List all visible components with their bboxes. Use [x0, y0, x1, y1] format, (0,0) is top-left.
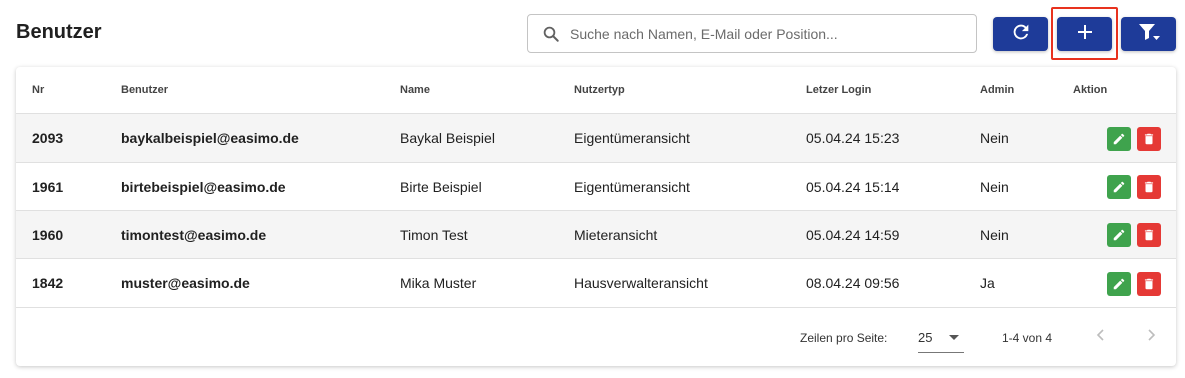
- cell-type: Eigentümeransicht: [574, 130, 690, 146]
- trash-icon: [1144, 229, 1154, 241]
- rows-per-page-value: 25: [918, 329, 933, 345]
- cell-login: 05.04.24 15:14: [806, 178, 900, 195]
- search-icon: [541, 24, 561, 44]
- trash-icon: [1144, 133, 1154, 145]
- cell-type: Mieteransicht: [574, 226, 658, 243]
- plus-icon: [1076, 23, 1094, 46]
- table-row[interactable]: 1961 birtebeispiel@easimo.de Birte Beisp…: [16, 163, 1176, 211]
- cell-name: Birte Beispiel: [400, 178, 482, 195]
- pencil-icon: [1113, 278, 1125, 290]
- refresh-icon: [1010, 21, 1032, 48]
- column-header-user[interactable]: Benutzer: [121, 67, 168, 113]
- column-header-name[interactable]: Name: [400, 67, 430, 113]
- column-header-nr[interactable]: Nr: [32, 67, 44, 113]
- delete-button[interactable]: [1137, 127, 1161, 151]
- cell-name: Mika Muster: [400, 275, 477, 291]
- column-header-login[interactable]: Letzer Login: [806, 67, 871, 113]
- edit-button[interactable]: [1107, 175, 1131, 199]
- cell-nr: 2093: [32, 130, 64, 146]
- table-row[interactable]: 2093 baykalbeispiel@easimo.de Baykal Bei…: [16, 114, 1176, 163]
- refresh-button[interactable]: [993, 17, 1048, 51]
- column-header-admin[interactable]: Admin: [980, 67, 1014, 113]
- column-header-action: Aktion: [1073, 84, 1108, 96]
- rows-per-page-select[interactable]: 25: [918, 322, 964, 353]
- rows-per-page-label: Zeilen pro Seite:: [800, 331, 888, 345]
- pencil-icon: [1113, 181, 1125, 193]
- previous-page-button[interactable]: [1089, 323, 1113, 347]
- cell-type: Eigentümeransicht: [574, 178, 690, 195]
- chevron-right-icon: [1148, 329, 1156, 341]
- cell-nr: 1842: [32, 275, 64, 291]
- cell-nr: 1960: [32, 226, 64, 243]
- delete-button[interactable]: [1137, 175, 1161, 199]
- cell-type: Hausverwalteransicht: [574, 275, 708, 291]
- cell-admin: Ja: [980, 275, 995, 291]
- table-row[interactable]: 1960 timontest@easimo.de Timon Test Miet…: [16, 211, 1176, 259]
- caret-down-icon: [949, 335, 959, 340]
- edit-button[interactable]: [1107, 127, 1131, 151]
- table-header: Nr Benutzer Name Nutzertyp Letzer Login …: [16, 67, 1176, 114]
- table-pagination: Zeilen pro Seite: 25 1-4 von 4: [16, 308, 1176, 366]
- cell-admin: Nein: [980, 178, 1009, 195]
- cell-user: muster@easimo.de: [121, 275, 250, 291]
- next-page-button[interactable]: [1139, 323, 1163, 347]
- edit-button[interactable]: [1107, 223, 1131, 247]
- table-row[interactable]: 1842 muster@easimo.de Mika Muster Hausve…: [16, 259, 1176, 308]
- trash-icon: [1144, 278, 1154, 290]
- search-input[interactable]: [570, 25, 960, 42]
- cell-user: timontest@easimo.de: [121, 226, 267, 243]
- delete-button[interactable]: [1137, 223, 1161, 247]
- cell-login: 08.04.24 09:56: [806, 275, 900, 291]
- pencil-icon: [1113, 133, 1125, 145]
- cell-login: 05.04.24 14:59: [806, 226, 900, 243]
- chevron-left-icon: [1096, 329, 1104, 341]
- users-table-card: Nr Benutzer Name Nutzertyp Letzer Login …: [16, 67, 1176, 366]
- pagination-range: 1-4 von 4: [1002, 331, 1053, 345]
- cell-name: Timon Test: [400, 226, 468, 243]
- cell-admin: Nein: [980, 130, 1009, 146]
- trash-icon: [1144, 181, 1154, 193]
- pencil-icon: [1113, 229, 1125, 241]
- column-header-type[interactable]: Nutzertyp: [574, 67, 625, 113]
- cell-user: birtebeispiel@easimo.de: [121, 178, 286, 195]
- page-title: Benutzer: [16, 21, 102, 43]
- cell-name: Baykal Beispiel: [400, 130, 495, 146]
- cell-user: baykalbeispiel@easimo.de: [121, 130, 299, 146]
- cell-nr: 1961: [32, 178, 64, 195]
- filter-button[interactable]: [1121, 17, 1176, 51]
- cell-login: 05.04.24 15:23: [806, 130, 900, 146]
- cell-admin: Nein: [980, 226, 1009, 243]
- delete-button[interactable]: [1137, 272, 1161, 296]
- edit-button[interactable]: [1107, 272, 1131, 296]
- search-box[interactable]: [527, 14, 977, 53]
- filter-dropdown-icon: [1137, 21, 1161, 48]
- add-user-button[interactable]: [1057, 17, 1112, 51]
